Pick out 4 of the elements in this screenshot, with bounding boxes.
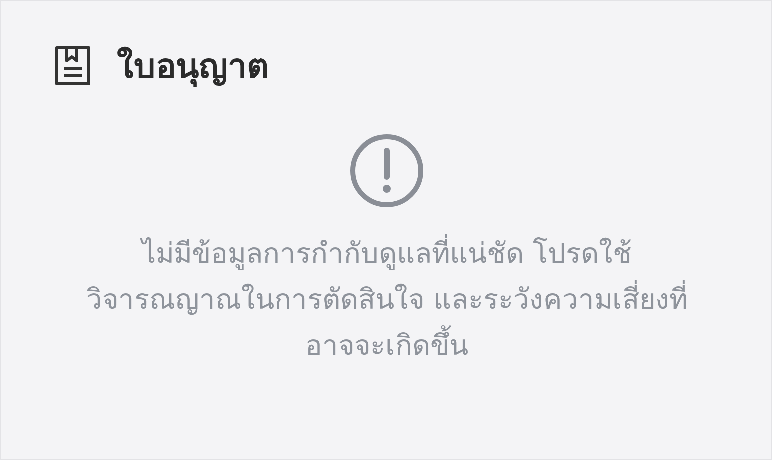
document-icon: [53, 45, 93, 87]
exclamation-circle-icon: [349, 133, 425, 209]
card-title: ใบอนุญาต: [117, 46, 269, 90]
empty-state-message: ไม่มีข้อมูลการกำกับดูแลที่แน่ชัด โปรดใช้วิจารณญาณในการตัดสินใจ และระวังความเสี่ยงที่อาจจะเกิดขึ้น: [77, 231, 697, 369]
